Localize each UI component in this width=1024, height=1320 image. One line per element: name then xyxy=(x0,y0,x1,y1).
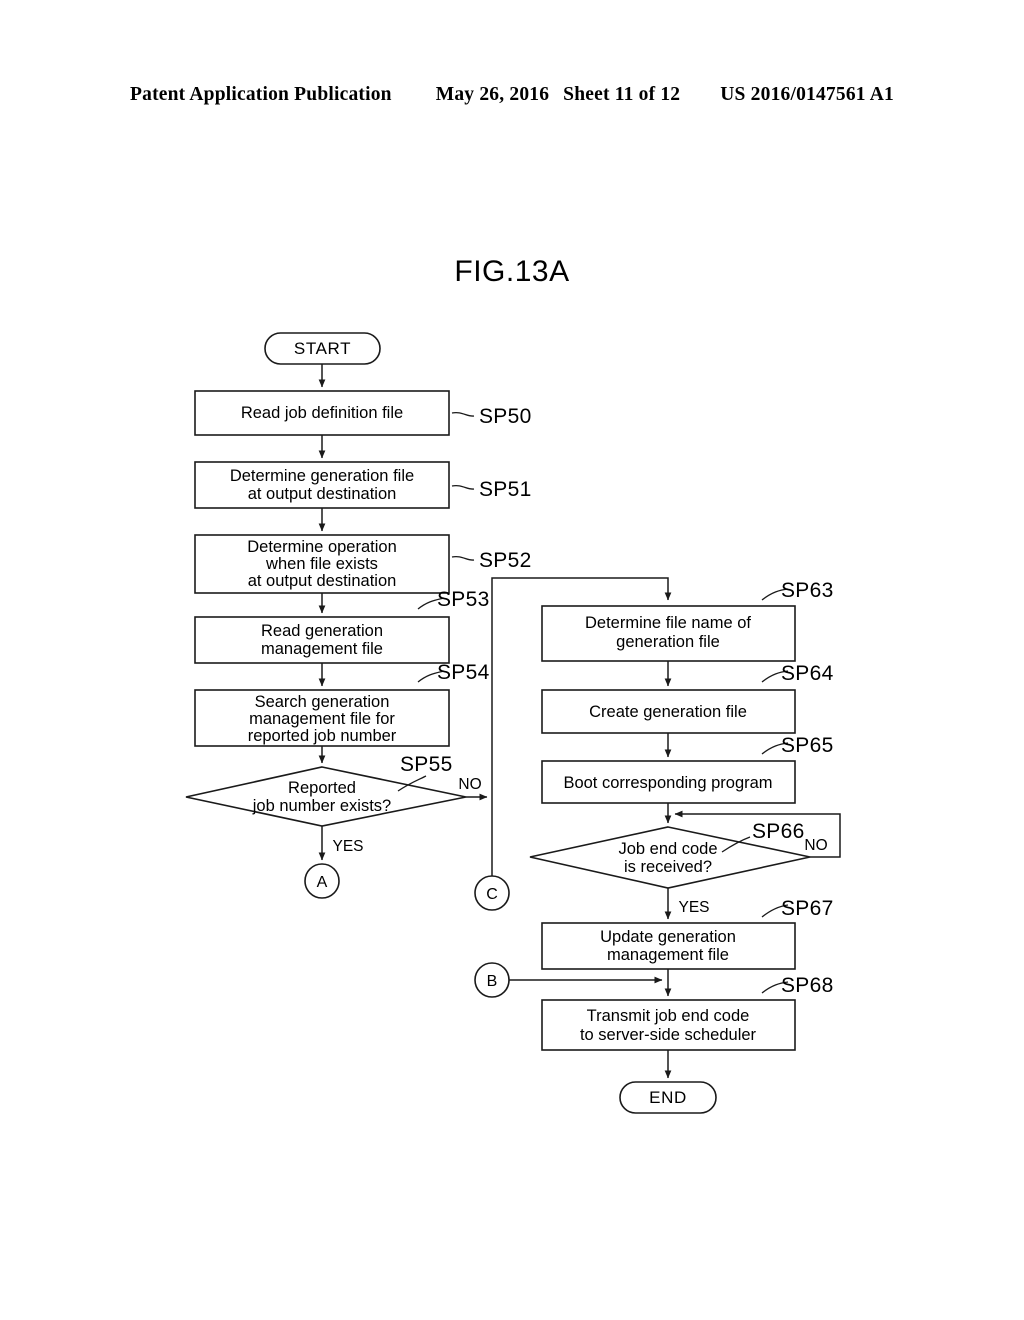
sp54-label-line3: reported job number xyxy=(248,727,397,745)
sp51-label-line2: at output destination xyxy=(248,485,397,503)
sp63-step-tag: SP63 xyxy=(781,579,834,602)
sp67-label-line2: management file xyxy=(607,946,729,964)
sp65-label: Boot corresponding program xyxy=(563,774,772,792)
sp54-label-line2: management file for xyxy=(249,710,395,728)
sp51-step-tag: SP51 xyxy=(479,478,532,501)
sp68-label-line1: Transmit job end code xyxy=(587,1007,750,1025)
connector-a: A xyxy=(304,863,340,899)
sp67-label-line1: Update generation xyxy=(600,928,736,946)
node-end: END xyxy=(619,1081,717,1114)
node-sp68: Transmit job end code to server-side sch… xyxy=(541,999,796,1051)
sp52-leader xyxy=(451,555,475,561)
sp52-label-line2: when file exists xyxy=(265,555,378,573)
sp50-step-tag: SP50 xyxy=(479,405,532,428)
sp65-step-tag: SP65 xyxy=(781,734,834,757)
node-start: START xyxy=(264,332,381,365)
node-sp52: Determine operation when file exists at … xyxy=(194,534,450,594)
sp67-step-tag: SP67 xyxy=(781,897,834,920)
sp63-label-line1: Determine file name of xyxy=(585,614,751,632)
sp53-label-line2: management file xyxy=(261,640,383,658)
sp52-label-line3: at output destination xyxy=(248,572,397,590)
node-sp51: Determine generation file at output dest… xyxy=(194,461,450,509)
sp63-label-line2: generation file xyxy=(616,633,720,651)
sp66-no-branch-label: NO xyxy=(804,837,827,854)
sp68-step-tag: SP68 xyxy=(781,974,834,997)
connector-a-label: A xyxy=(317,874,328,891)
sp55-label-line1: Reported xyxy=(288,779,356,797)
sp50-leader xyxy=(451,411,475,417)
sp66-step-tag: SP66 xyxy=(752,820,805,843)
node-sp67: Update generation management file xyxy=(541,922,796,970)
sp54-step-tag: SP54 xyxy=(437,661,490,684)
sp50-label: Read job definition file xyxy=(241,404,403,422)
sp55-yes-branch-label: YES xyxy=(332,838,363,855)
node-sp50: Read job definition file xyxy=(194,390,450,436)
sp66-label-line1: Job end code xyxy=(618,840,717,858)
sp53-label-line1: Read generation xyxy=(261,622,383,640)
sp55-label-line2: job number exists? xyxy=(252,797,392,815)
sp52-label-line1: Determine operation xyxy=(247,538,397,556)
node-sp53: Read generation management file xyxy=(194,616,450,664)
sp52-step-tag: SP52 xyxy=(479,549,532,572)
sp51-label-line1: Determine generation file xyxy=(230,467,414,485)
sp68-label-line2: to server-side scheduler xyxy=(580,1026,757,1044)
sp53-step-tag: SP53 xyxy=(437,588,490,611)
sp55-no-branch-label: NO xyxy=(458,776,481,793)
end-terminator-label: END xyxy=(649,1088,687,1107)
connector-c: C xyxy=(474,875,510,911)
sp64-step-tag: SP64 xyxy=(781,662,834,685)
node-sp65: Boot corresponding program xyxy=(541,760,796,804)
sp54-label-line1: Search generation xyxy=(255,693,390,711)
sp55-step-tag: SP55 xyxy=(400,753,453,776)
node-sp64: Create generation file xyxy=(541,689,796,734)
sp66-label-line2: is received? xyxy=(624,858,712,876)
connector-b-label: B xyxy=(487,973,498,990)
node-sp63: Determine file name of generation file xyxy=(541,605,796,662)
sp51-leader xyxy=(451,484,475,490)
flowchart-diagram: START Read job definition file SP50 Dete… xyxy=(185,332,841,1114)
sp64-label: Create generation file xyxy=(589,703,747,721)
connector-b: B xyxy=(474,962,510,998)
sp66-yes-branch-label: YES xyxy=(678,899,709,916)
start-terminator-label: START xyxy=(294,339,351,358)
connector-c-label: C xyxy=(486,886,498,903)
node-sp54: Search generation management file for re… xyxy=(194,689,450,747)
